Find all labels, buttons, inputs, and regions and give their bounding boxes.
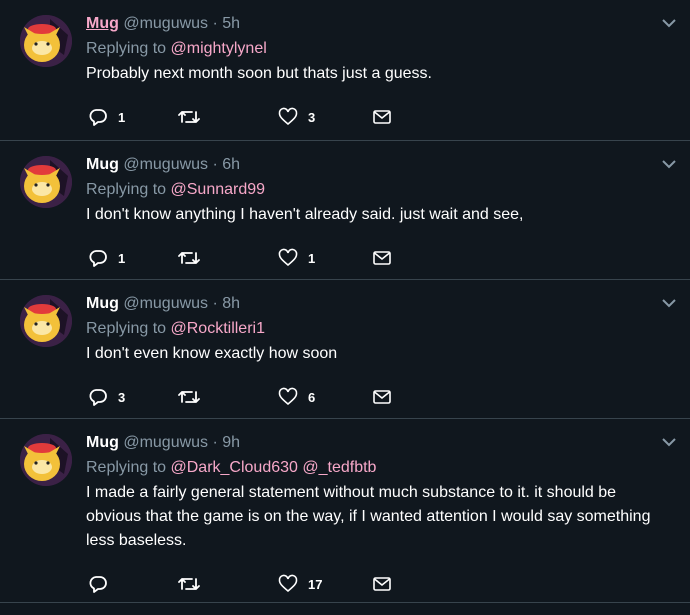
tweet-actions: 1 1 [86,239,690,277]
tweet-header: Mug @muguwus · 6h [86,153,690,177]
replying-label: Replying to [86,181,167,198]
handle[interactable]: @muguwus [123,434,208,451]
replying-to: Replying to @mightylynel [86,36,690,62]
avatar-isabelle-icon [20,295,72,347]
replying-to: Replying to @Rocktilleri1 [86,316,690,342]
direct-message-button[interactable] [372,386,392,408]
retweet-icon [178,391,200,403]
retweet-icon [178,252,200,264]
reply-mention[interactable]: @Dark_Cloud630 @_tedfbtb [171,459,377,476]
tweet-text: I don't even know exactly how soon [86,345,338,362]
message-icon [373,577,391,591]
timestamp[interactable]: 8h [222,295,240,312]
direct-message-button[interactable] [372,247,392,269]
reply-icon [89,250,107,267]
reply-icon [89,109,107,126]
direct-message-button[interactable] [372,106,392,128]
tweet-actions: 17 [86,565,690,603]
avatar[interactable] [20,156,72,208]
separator: · [212,15,218,32]
tweet-feed: Mug @muguwus · 5h Replying to @mightylyn… [0,0,690,603]
separator: · [212,156,218,173]
like-count: 6 [308,389,316,405]
handle[interactable]: @muguwus [123,15,208,32]
message-icon [373,110,391,124]
like-button[interactable]: 3 [278,106,315,128]
tweet-text: Probably next month soon but thats just … [86,65,432,82]
retweet-button[interactable] [178,106,210,128]
direct-message-button[interactable] [372,573,392,595]
timestamp[interactable]: 5h [222,15,240,32]
timestamp[interactable]: 6h [222,156,240,173]
avatar[interactable] [20,434,72,486]
handle[interactable]: @muguwus [123,295,208,312]
heart-icon [278,387,298,406]
avatar-isabelle-icon [20,156,72,208]
reply-button[interactable] [88,573,118,595]
tweet-header: Mug @muguwus · 5h [86,12,690,36]
tweet[interactable]: Mug @muguwus · 5h Replying to @mightylyn… [0,0,690,141]
reply-count: 3 [118,389,126,405]
reply-icon [89,576,107,593]
chevron-down-icon[interactable] [660,155,678,173]
reply-button[interactable]: 3 [88,386,125,408]
tweet[interactable]: Mug @muguwus · 6h Replying to @Sunnard99… [0,141,690,280]
timestamp[interactable]: 9h [222,434,240,451]
tweet-text: I made a fairly general statement withou… [86,484,651,549]
retweet-button[interactable] [178,573,210,595]
heart-icon [278,248,298,267]
like-button[interactable]: 17 [278,573,322,595]
message-icon [373,251,391,265]
replying-label: Replying to [86,320,167,337]
retweet-button[interactable] [178,247,210,269]
replying-to: Replying to @Sunnard99 [86,177,690,203]
like-count: 17 [308,576,323,592]
heart-icon [278,574,298,593]
separator: · [212,295,218,312]
reply-icon [89,389,107,406]
avatar-isabelle-icon [20,434,72,486]
replying-label: Replying to [86,40,167,57]
retweet-button[interactable] [178,386,210,408]
tweet-actions: 3 6 [86,378,690,416]
tweet[interactable]: Mug @muguwus · 8h Replying to @Rocktille… [0,280,690,419]
retweet-icon [178,578,200,590]
tweet-header: Mug @muguwus · 9h [86,431,690,455]
tweet-text: I don't know anything I haven't already … [86,206,524,223]
tweet-actions: 1 3 [86,98,690,136]
heart-icon [278,107,298,126]
avatar-isabelle-icon [20,15,72,67]
retweet-icon [178,111,200,123]
reply-button[interactable]: 1 [88,247,125,269]
reply-mention[interactable]: @Sunnard99 [171,181,266,198]
display-name[interactable]: Mug [86,295,119,312]
tweet-header: Mug @muguwus · 8h [86,292,690,316]
reply-mention[interactable]: @Rocktilleri1 [171,320,265,337]
display-name[interactable]: Mug [86,156,119,173]
tweet[interactable]: Mug @muguwus · 9h Replying to @Dark_Clou… [0,419,690,603]
like-count: 3 [308,109,316,125]
avatar[interactable] [20,295,72,347]
replying-label: Replying to [86,459,167,476]
reply-count: 1 [118,250,126,266]
display-name[interactable]: Mug [86,434,119,451]
like-button[interactable]: 1 [278,247,315,269]
chevron-down-icon[interactable] [660,433,678,451]
chevron-down-icon[interactable] [660,14,678,32]
like-button[interactable]: 6 [278,386,315,408]
message-icon [373,390,391,404]
separator: · [212,434,218,451]
display-name[interactable]: Mug [86,15,119,32]
avatar[interactable] [20,15,72,67]
like-count: 1 [308,250,316,266]
reply-mention[interactable]: @mightylynel [171,40,267,57]
handle[interactable]: @muguwus [123,156,208,173]
chevron-down-icon[interactable] [660,294,678,312]
reply-count: 1 [118,109,126,125]
replying-to: Replying to @Dark_Cloud630 @_tedfbtb [86,455,690,481]
reply-button[interactable]: 1 [88,106,125,128]
